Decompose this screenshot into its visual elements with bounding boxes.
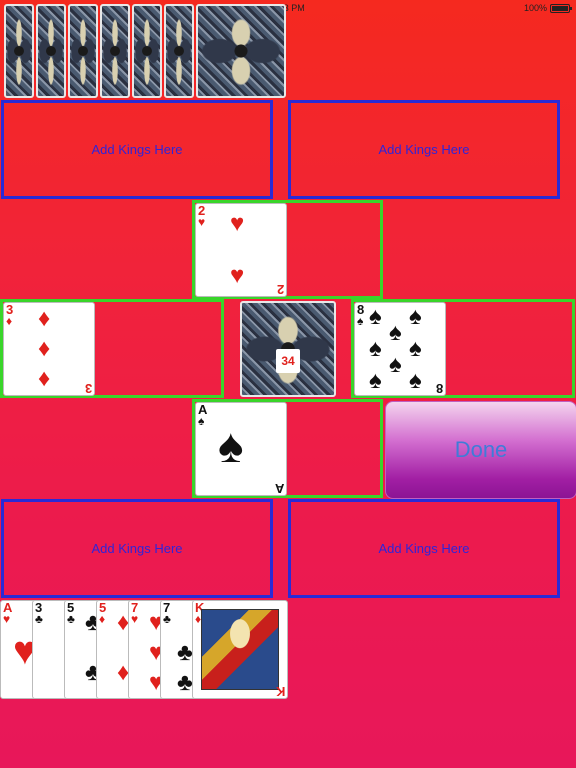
diamond-icon: ♦: [38, 365, 51, 392]
card-suit: ♠: [198, 414, 205, 428]
done-button-label: Done: [454, 437, 508, 462]
heart-icon: ♥: [230, 210, 245, 237]
card-bottom[interactable]: A ♠ ♠ A: [195, 402, 287, 496]
deck-card-back[interactable]: [36, 4, 66, 98]
card-top[interactable]: 2 ♥ ♥ ♥ 2: [195, 203, 287, 297]
card-left[interactable]: 3 ♦ ♦ ♦ ♦ 3: [3, 302, 95, 396]
deck-card-back[interactable]: [164, 4, 194, 98]
deck-card-back-top[interactable]: [196, 4, 286, 98]
spade-icon: ♠: [409, 303, 422, 330]
card-right[interactable]: 8 ♠ ♠ ♠ ♠ ♠ ♠ ♠ ♠ ♠ 8: [354, 302, 446, 396]
done-button[interactable]: Done: [385, 401, 576, 499]
card-rank-bottom: K: [275, 684, 285, 699]
kings-area-label: Add Kings Here: [378, 142, 470, 157]
deck-card-back[interactable]: [100, 4, 130, 98]
spade-icon: ♠: [389, 319, 402, 346]
spade-icon: ♠: [369, 335, 382, 362]
card-rank-bottom: 2: [276, 282, 284, 297]
card-rank-bottom: 8: [435, 381, 443, 396]
card-suit: ♦: [6, 314, 13, 328]
spade-icon: ♠: [409, 335, 422, 362]
spade-icon: ♠: [409, 367, 422, 394]
diamond-icon: ♦: [38, 335, 51, 362]
kings-area-label: Add Kings Here: [91, 142, 183, 157]
card-rank-bottom: 3: [84, 381, 92, 396]
kings-area-top-right[interactable]: Add Kings Here: [288, 100, 560, 199]
king-face-art: [201, 609, 279, 690]
club-icon: ♣: [177, 669, 193, 696]
card-suit: ♣: [67, 612, 75, 626]
hand-card-king[interactable]: K ♦ K: [192, 600, 288, 699]
card-suit: ♥: [3, 612, 11, 626]
kings-area-top-left[interactable]: Add Kings Here: [1, 100, 273, 199]
deck-card-back[interactable]: [68, 4, 98, 98]
card-suit: ♦: [99, 612, 106, 626]
kings-area-label: Add Kings Here: [91, 541, 183, 556]
spade-icon: ♠: [369, 303, 382, 330]
battery-percent: 100%: [523, 3, 547, 13]
card-rank-bottom: A: [274, 481, 284, 496]
battery-indicator: 100%: [523, 3, 572, 13]
card-suit: ♣: [35, 612, 43, 626]
kings-area-label: Add Kings Here: [378, 541, 470, 556]
kings-area-bottom-right[interactable]: Add Kings Here: [288, 499, 560, 598]
card-suit: ♣: [163, 612, 171, 626]
diamond-icon: ♦: [38, 305, 51, 332]
kings-area-bottom-left[interactable]: Add Kings Here: [1, 499, 273, 598]
spade-icon: ♠: [389, 351, 402, 378]
heart-icon: ♥: [230, 262, 245, 289]
club-icon: ♣: [177, 639, 193, 666]
card-suit: ♥: [198, 215, 206, 229]
deck-card-back[interactable]: [4, 4, 34, 98]
card-suit: ♠: [357, 314, 364, 328]
spade-icon: ♠: [369, 367, 382, 394]
spade-icon: ♠: [218, 420, 244, 473]
stock-count-badge: 34: [276, 349, 300, 373]
deck-card-back[interactable]: [132, 4, 162, 98]
card-suit: ♥: [131, 612, 139, 626]
battery-icon: [550, 3, 572, 13]
